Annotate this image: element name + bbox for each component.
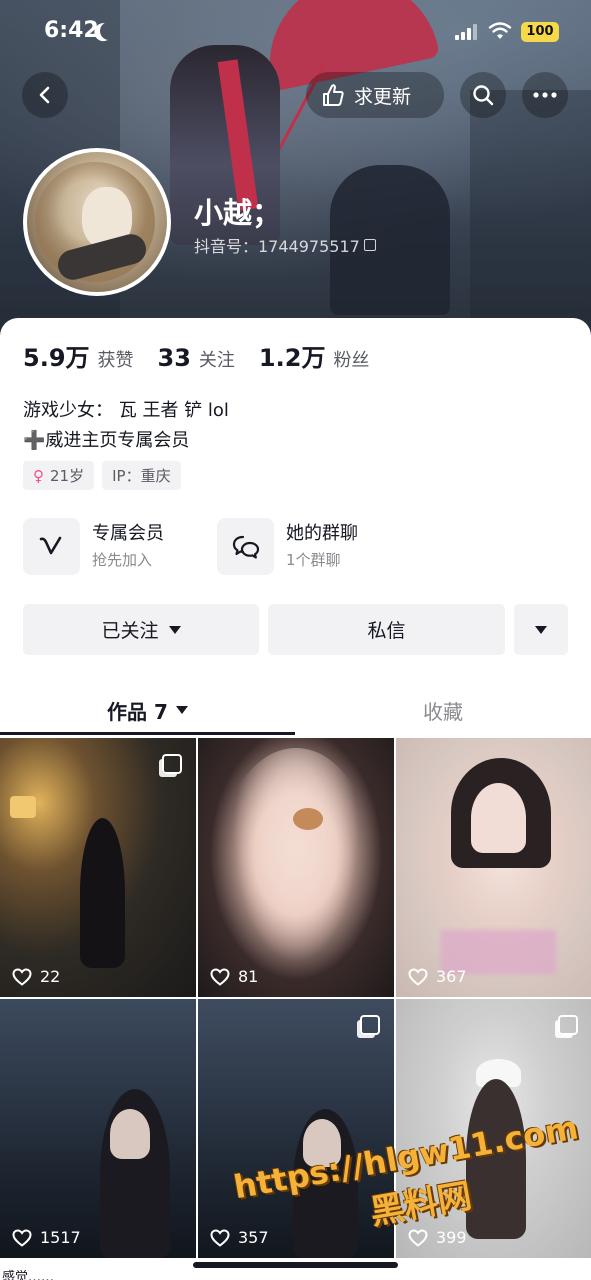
tab-works[interactable]: 作品 7	[0, 688, 295, 732]
ip-location-text: IP：重庆	[112, 467, 171, 485]
request-update-label: 求更新	[354, 85, 412, 108]
heart-icon	[210, 967, 230, 986]
caret-down-icon	[535, 625, 547, 634]
like-count: 367	[408, 967, 467, 986]
copy-icon[interactable]	[363, 239, 376, 251]
profile-stats: 5.9万 获赞 33 关注 1.2万 粉丝	[23, 338, 393, 373]
age-text: 21岁	[50, 467, 85, 485]
tab-favorites-label: 收藏	[423, 699, 463, 724]
stat-value: 33	[157, 344, 191, 372]
following-button[interactable]: 已关注	[23, 604, 259, 655]
search-icon	[473, 85, 494, 106]
active-tab-indicator	[0, 732, 295, 735]
stat-value: 5.9万	[23, 344, 90, 372]
bio-line: 游戏少女： 瓦 王者 铲 lol	[23, 400, 229, 421]
chevron-left-icon	[39, 86, 50, 104]
avatar[interactable]	[23, 148, 171, 296]
heart-icon	[408, 967, 428, 986]
battery-indicator: 100	[521, 22, 559, 42]
like-count: 81	[210, 967, 258, 986]
v-badge-icon	[39, 536, 61, 554]
membership-icon-box	[23, 518, 80, 575]
request-update-button[interactable]: 求更新	[306, 72, 444, 118]
caption-fragment: 感觉……	[0, 1266, 57, 1280]
stat-value: 1.2万	[258, 344, 326, 372]
multi-image-icon	[162, 754, 182, 774]
bio-line: ➕威进主页专属会员	[23, 430, 190, 451]
group-chat-entry[interactable]: 她的群聊 1个群聊	[217, 518, 358, 575]
like-count: 1517	[12, 1228, 81, 1247]
do-not-disturb-icon	[97, 19, 120, 42]
like-count-text: 367	[436, 967, 467, 986]
tab-favorites[interactable]: 收藏	[295, 688, 591, 732]
profile-nickname: 小越；	[194, 196, 282, 230]
stat-label: 获赞	[97, 350, 134, 371]
like-count-text: 81	[238, 967, 259, 986]
message-label: 私信	[367, 620, 406, 642]
cellular-signal-icon	[455, 24, 477, 40]
video-thumbnail[interactable]: 81	[198, 738, 394, 997]
profile-bio: 游戏少女： 瓦 王者 铲 lol ➕威进主页专属会员	[23, 396, 229, 456]
like-count-text: 1517	[40, 1228, 81, 1247]
douyin-id[interactable]: 抖音号：1744975517	[194, 233, 376, 257]
more-options-button[interactable]	[522, 72, 568, 118]
home-indicator[interactable]	[193, 1262, 398, 1268]
heart-icon	[12, 1228, 32, 1247]
group-chat-icon-box	[217, 518, 274, 575]
ip-location-tag: IP：重庆	[102, 461, 181, 490]
search-button[interactable]	[460, 72, 506, 118]
puppy-nose-filter	[293, 808, 323, 830]
like-count-text: 399	[436, 1228, 467, 1247]
age-tag: ♀ 21岁	[23, 461, 95, 490]
female-icon: ♀	[33, 466, 44, 485]
stat-label: 关注	[198, 350, 235, 371]
profile-tags: ♀ 21岁 IP：重庆	[23, 461, 181, 490]
like-count-text: 22	[40, 967, 61, 986]
multi-image-icon	[558, 1015, 578, 1035]
feature-subtitle: 1个群聊	[286, 550, 341, 569]
expand-recommendations-button[interactable]	[514, 604, 568, 655]
feature-title: 专属会员	[92, 522, 164, 544]
stat-likes[interactable]: 5.9万 获赞	[23, 338, 134, 373]
feature-title: 她的群聊	[286, 522, 358, 544]
wifi-icon	[488, 22, 512, 39]
video-thumbnail[interactable]: 22	[0, 738, 196, 997]
feature-subtitle: 抢先加入	[92, 550, 153, 569]
tab-works-label: 作品 7	[107, 699, 168, 724]
heart-icon	[408, 1228, 428, 1247]
back-button[interactable]	[22, 72, 68, 118]
status-bar: 6:42 100	[0, 0, 591, 62]
stat-following[interactable]: 33 关注	[158, 344, 235, 372]
like-count: 399	[408, 1228, 467, 1247]
more-dots-icon	[533, 92, 557, 98]
caret-down-icon	[168, 625, 181, 634]
content-tabs: 作品 7 收藏	[0, 688, 591, 736]
heart-icon	[12, 967, 32, 986]
heart-icon	[210, 1228, 230, 1247]
stat-followers[interactable]: 1.2万 粉丝	[259, 338, 370, 373]
caret-down-icon	[175, 706, 188, 714]
thumbs-up-hand-icon	[323, 84, 344, 106]
status-time: 6:42	[44, 18, 99, 43]
video-thumbnail[interactable]: 1517	[0, 999, 196, 1258]
banner-building	[470, 90, 591, 335]
stat-label: 粉丝	[333, 350, 370, 371]
message-button[interactable]: 私信	[268, 604, 505, 655]
exclusive-membership-entry[interactable]: 专属会员 抢先加入	[23, 518, 164, 575]
like-count: 22	[12, 967, 60, 986]
video-thumbnail[interactable]: 367	[396, 738, 591, 997]
multi-image-icon	[360, 1015, 380, 1035]
following-label: 已关注	[101, 620, 159, 642]
douyin-id-text: 抖音号：1744975517	[194, 237, 360, 256]
chat-bubbles-icon	[232, 535, 259, 559]
lamp-shape	[10, 796, 36, 818]
